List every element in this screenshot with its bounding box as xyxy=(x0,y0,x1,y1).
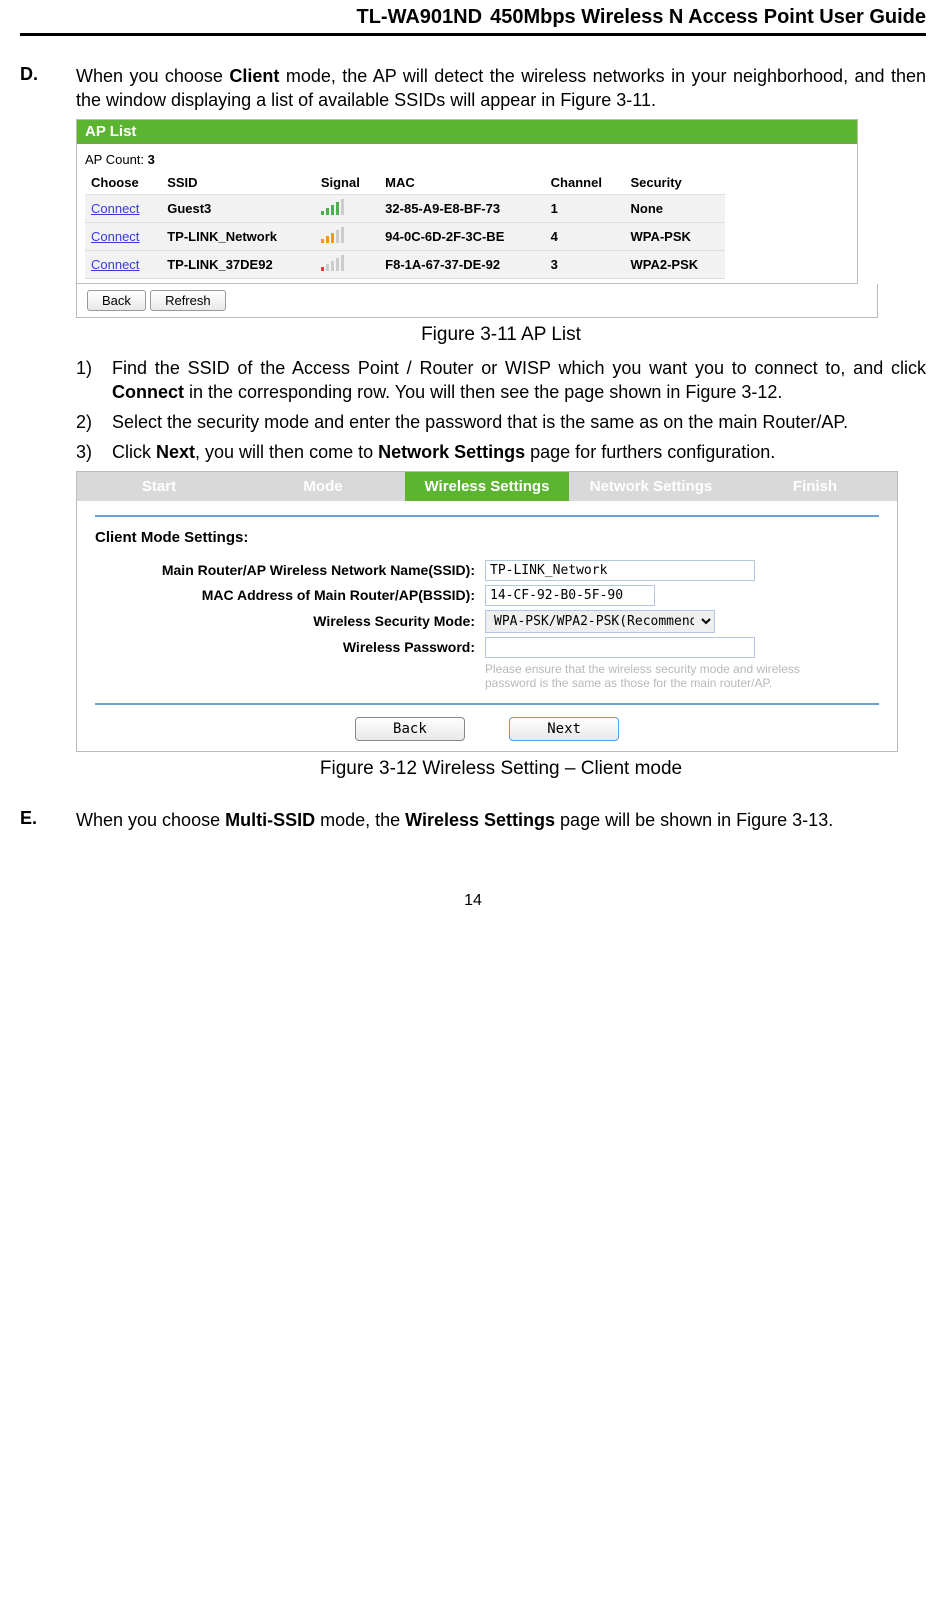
ssid-cell: TP-LINK_Network xyxy=(167,229,277,244)
signal-icon xyxy=(321,199,343,215)
bssid-label: MAC Address of Main Router/AP(BSSID): xyxy=(95,587,485,603)
wizard-steps: Start Mode Wireless Settings Network Set… xyxy=(77,472,897,501)
wizard-back-button[interactable]: Back xyxy=(355,717,465,741)
list-item: 2) Select the security mode and enter th… xyxy=(76,410,926,434)
col-channel: Channel xyxy=(545,171,625,195)
figure-3-12-caption: Figure 3-12 Wireless Setting – Client mo… xyxy=(76,758,926,780)
ssid-cell: TP-LINK_37DE92 xyxy=(167,257,272,272)
col-mac: MAC xyxy=(379,171,544,195)
security-mode-label: Wireless Security Mode: xyxy=(95,613,485,629)
table-row: Connect TP-LINK_Network 94-0C-6D-2F-3C-B… xyxy=(85,222,725,250)
aplist-panel: AP List AP Count: 3 Choose SSID Signal M… xyxy=(76,119,858,284)
col-signal: Signal xyxy=(315,171,379,195)
mac-cell: 32-85-A9-E8-BF-73 xyxy=(385,201,500,216)
section-d-text-pre: When you choose xyxy=(76,66,229,86)
security-mode-select[interactable]: WPA-PSK/WPA2-PSK(Recommended) xyxy=(485,610,715,633)
tab-finish[interactable]: Finish xyxy=(733,472,897,501)
signal-icon xyxy=(321,255,343,271)
section-d: D. When you choose Client mode, the AP w… xyxy=(20,64,926,113)
connect-link[interactable]: Connect xyxy=(91,201,139,216)
list-item: 3) Click Next, you will then come to Net… xyxy=(76,440,926,464)
refresh-button[interactable]: Refresh xyxy=(150,290,226,311)
password-input[interactable] xyxy=(485,637,755,658)
aplist-title: AP List xyxy=(77,120,857,144)
table-row: Connect TP-LINK_37DE92 F8-1A-67-37-DE-92… xyxy=(85,250,725,278)
channel-cell: 1 xyxy=(551,201,558,216)
channel-cell: 3 xyxy=(551,257,558,272)
list-item: 1) Find the SSID of the Access Point / R… xyxy=(76,356,926,405)
security-cell: None xyxy=(630,201,663,216)
back-button[interactable]: Back xyxy=(87,290,146,311)
ssid-cell: Guest3 xyxy=(167,201,211,216)
wizard-next-button[interactable]: Next xyxy=(509,717,619,741)
connect-link[interactable]: Connect xyxy=(91,229,139,244)
guide-title: 450Mbps Wireless N Access Point User Gui… xyxy=(490,6,926,29)
ssid-label: Main Router/AP Wireless Network Name(SSI… xyxy=(95,562,485,578)
tab-mode[interactable]: Mode xyxy=(241,472,405,501)
mac-cell: F8-1A-67-37-DE-92 xyxy=(385,257,500,272)
col-security: Security xyxy=(624,171,725,195)
password-hint: Please ensure that the wireless security… xyxy=(485,662,805,691)
table-row: Connect Guest3 32-85-A9-E8-BF-73 1 None xyxy=(85,194,725,222)
tab-network-settings[interactable]: Network Settings xyxy=(569,472,733,501)
ssid-input[interactable] xyxy=(485,560,755,581)
mac-cell: 94-0C-6D-2F-3C-BE xyxy=(385,229,504,244)
aplist-button-row: Back Refresh xyxy=(76,284,878,318)
section-d-label: D. xyxy=(20,64,76,113)
section-e: E. When you choose Multi-SSID mode, the … xyxy=(20,808,926,832)
page-header: TL-WA901ND 450Mbps Wireless N Access Poi… xyxy=(20,0,926,36)
security-cell: WPA2-PSK xyxy=(630,257,698,272)
password-label: Wireless Password: xyxy=(95,639,485,655)
connect-link[interactable]: Connect xyxy=(91,257,139,272)
col-ssid: SSID xyxy=(161,171,315,195)
signal-icon xyxy=(321,227,343,243)
tab-start[interactable]: Start xyxy=(77,472,241,501)
bssid-input[interactable] xyxy=(485,585,655,606)
aplist-table: Choose SSID Signal MAC Channel Security … xyxy=(85,171,725,279)
channel-cell: 4 xyxy=(551,229,558,244)
section-d-bold: Client xyxy=(229,66,279,86)
steps-list: 1) Find the SSID of the Access Point / R… xyxy=(76,356,926,465)
model-number: TL-WA901ND xyxy=(357,6,483,29)
security-cell: WPA-PSK xyxy=(630,229,690,244)
section-e-label: E. xyxy=(20,808,76,832)
wizard-panel: Start Mode Wireless Settings Network Set… xyxy=(76,471,898,752)
page-number: 14 xyxy=(20,892,926,910)
aplist-count: AP Count: 3 xyxy=(85,152,849,167)
tab-wireless-settings[interactable]: Wireless Settings xyxy=(405,472,569,501)
figure-3-11-caption: Figure 3-11 AP List xyxy=(76,324,926,346)
col-choose: Choose xyxy=(85,171,161,195)
wizard-heading: Client Mode Settings: xyxy=(95,529,879,546)
